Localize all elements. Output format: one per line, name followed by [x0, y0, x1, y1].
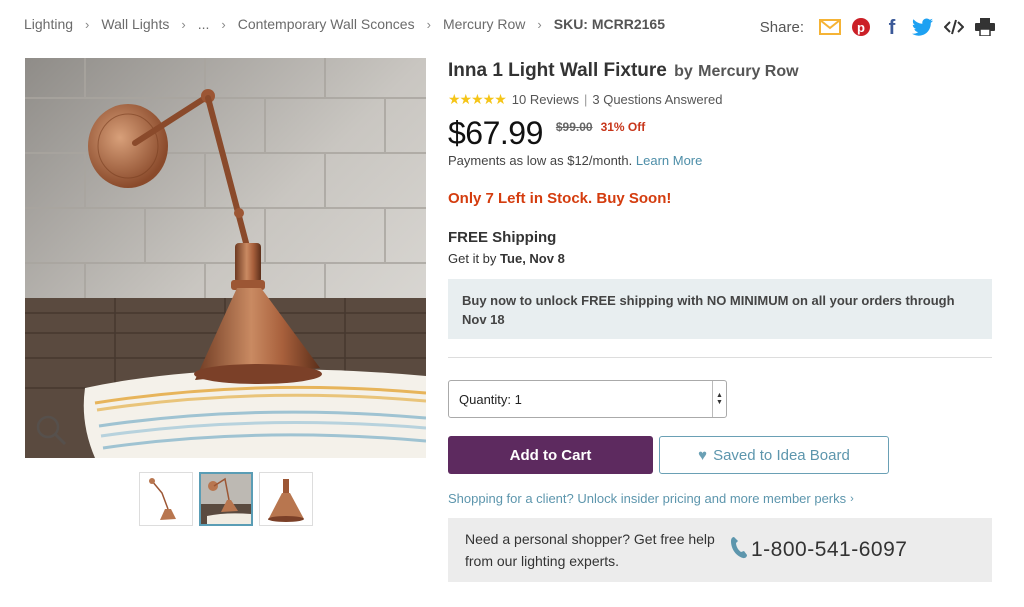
saved-to-idea-board-button[interactable]: ♥ Saved to Idea Board [659, 436, 889, 474]
breadcrumb: Lighting › Wall Lights › ... › Contempor… [24, 16, 665, 32]
pinterest-icon[interactable]: p [850, 16, 872, 38]
facebook-icon[interactable]: f [881, 16, 903, 38]
section-divider [448, 357, 992, 358]
breadcrumb-lighting[interactable]: Lighting [24, 16, 73, 32]
personal-shopper-box: Need a personal shopper? Get free help f… [448, 518, 992, 582]
product-title-row: Inna 1 Light Wall Fixture by Mercury Row [448, 58, 993, 85]
product-details: Inna 1 Light Wall Fixture by Mercury Row… [448, 58, 993, 582]
rating-row: ★★★★★ 10 Reviews | 3 Questions Answered [448, 91, 993, 108]
phone-icon [730, 535, 748, 565]
client-link-text: Shopping for a client? Unlock insider pr… [448, 491, 847, 506]
payments-text: Payments as low as $12/month. [448, 153, 633, 168]
divider: | [583, 92, 588, 107]
product-title: Inna 1 Light Wall Fixture [448, 60, 667, 81]
product-main-image[interactable] [25, 58, 426, 458]
heart-icon: ♥ [698, 446, 708, 464]
free-shipping-promo: Buy now to unlock FREE shipping with NO … [448, 279, 992, 339]
shopper-text: Need a personal shopper? Get free help f… [465, 531, 715, 569]
product-by: by [674, 63, 693, 80]
email-icon[interactable] [819, 16, 841, 38]
reviews-link[interactable]: 10 Reviews [512, 92, 579, 107]
thumbnail-3[interactable] [259, 472, 313, 526]
thumbnail-strip [139, 472, 313, 526]
twitter-icon[interactable] [912, 16, 934, 38]
client-pricing-link[interactable]: Shopping for a client? Unlock insider pr… [448, 491, 993, 506]
learn-more-link[interactable]: Learn More [636, 153, 702, 168]
embed-icon[interactable] [943, 16, 965, 38]
sale-price: $67.99 [448, 115, 543, 151]
brand-link[interactable]: Mercury Row [698, 63, 798, 80]
quantity-value: Quantity: 1 [459, 391, 522, 407]
discount-badge: 31% Off [600, 120, 646, 134]
svg-text:p: p [857, 20, 865, 35]
chevron-right-icon: › [85, 16, 90, 32]
chevron-right-icon: › [537, 16, 542, 32]
questions-link[interactable]: 3 Questions Answered [592, 92, 722, 107]
breadcrumb-contemporary-wall-sconces[interactable]: Contemporary Wall Sconces [238, 16, 415, 32]
ship-prefix: Get it by [448, 251, 497, 266]
thumbnail-1[interactable] [139, 472, 193, 526]
quantity-select[interactable]: Quantity: 1 ▲ ▼ [448, 380, 727, 418]
shipping-date: Get it by Tue, Nov 8 [448, 251, 993, 266]
action-buttons: Add to Cart ♥ Saved to Idea Board [448, 436, 993, 474]
share-label: Share: [759, 18, 804, 36]
stock-warning: Only 7 Left in Stock. Buy Soon! [448, 190, 672, 207]
select-arrows-icon: ▲ ▼ [712, 381, 726, 417]
share-bar: Share: p f [760, 16, 996, 38]
breadcrumb-sku: SKU: MCRR2165 [553, 16, 665, 32]
breadcrumb-wall-lights[interactable]: Wall Lights [101, 16, 169, 32]
chevron-right-icon: › [426, 16, 431, 32]
star-rating-icon[interactable]: ★★★★★ [448, 91, 507, 108]
ship-date-value: Tue, Nov 8 [500, 251, 565, 266]
price-row: $67.99 $99.00 31% Off [448, 116, 993, 150]
saved-label: Saved to Idea Board [713, 446, 850, 464]
breadcrumb-mercury-row[interactable]: Mercury Row [443, 16, 525, 32]
svg-text:f: f [889, 17, 896, 37]
shipping-title: FREE Shipping [448, 229, 557, 246]
add-to-cart-button[interactable]: Add to Cart [448, 436, 653, 474]
payments-info: Payments as low as $12/month. Learn More [448, 153, 993, 168]
phone-number: 1-800-541-6097 [751, 538, 908, 561]
print-icon[interactable] [974, 16, 996, 38]
chevron-right-icon: › [221, 16, 226, 32]
thumbnail-2[interactable] [199, 472, 253, 526]
zoom-icon[interactable] [31, 416, 63, 448]
chevron-right-icon: › [850, 492, 854, 505]
original-price: $99.00 [555, 120, 593, 134]
phone-link[interactable]: 1-800-541-6097 [730, 535, 907, 565]
chevron-right-icon: › [181, 16, 186, 32]
breadcrumb-ellipsis[interactable]: ... [198, 16, 210, 32]
